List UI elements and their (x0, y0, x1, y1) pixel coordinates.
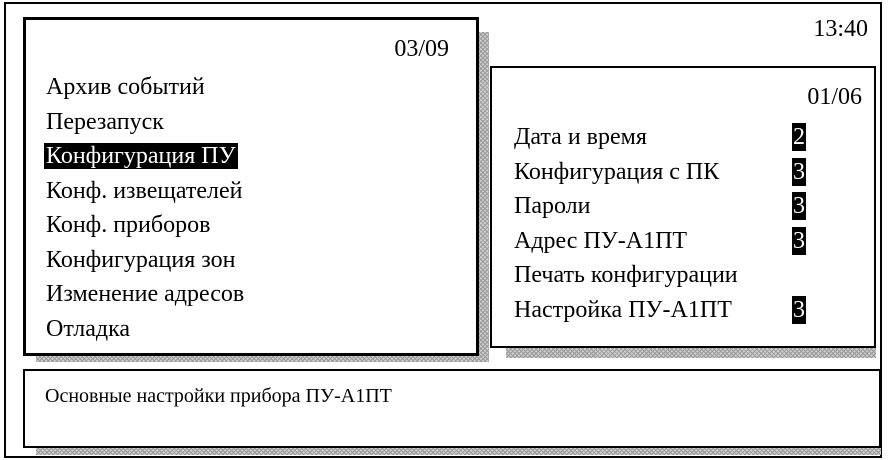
submenu-item-label: Конфигурация с ПК (514, 158, 720, 185)
submenu-item-print-config[interactable]: Печать конфигурации (514, 258, 844, 293)
device-screen: 13:40 03/09 Архив событий Перезапуск Кон… (4, 2, 882, 458)
menu-item-event-archive[interactable]: Архив событий (46, 70, 244, 105)
submenu-item-label: Пароли (514, 193, 591, 219)
submenu-item-label: Настройка ПУ-А1ПТ (514, 296, 732, 323)
menu-item-zone-config[interactable]: Конфигурация зон (46, 243, 244, 278)
submenu-item-label: Адрес ПУ-А1ПТ (514, 227, 688, 254)
submenu-shadow (506, 348, 876, 358)
main-menu-list: Архив событий Перезапуск Конфигурация ПУ… (44, 70, 244, 347)
menu-item-address-change[interactable]: Изменение адресов (46, 277, 244, 312)
submenu-item-label: Печать конфигурации (514, 262, 738, 288)
access-level-badge: 3 (792, 226, 806, 255)
main-menu-page-indicator: 03/09 (394, 36, 449, 62)
submenu-item-label: Дата и время (514, 124, 647, 150)
submenu-item-pc-config[interactable]: Конфигурация с ПК 3 (514, 155, 844, 190)
status-text: Основные настройки прибора ПУ-А1ПТ (45, 385, 392, 407)
menu-item-label: Конфигурация зон (46, 246, 236, 273)
submenu-list: Дата и время 2 Конфигурация с ПК 3 Парол… (514, 120, 844, 327)
clock: 13:40 (813, 16, 868, 42)
access-level-badge: 3 (792, 157, 806, 186)
access-level-badge: 3 (792, 192, 806, 220)
status-shadow (36, 447, 881, 455)
menu-item-label: Отладка (46, 315, 131, 342)
menu-item-pu-configuration[interactable]: Конфигурация ПУ (44, 139, 244, 174)
menu-item-label-selected: Конфигурация ПУ (44, 143, 238, 169)
menu-item-label: Архив событий (46, 74, 205, 100)
access-level-badge: 2 (792, 123, 806, 151)
submenu-item-address[interactable]: Адрес ПУ-А1ПТ 3 (514, 224, 844, 259)
submenu-item-settings[interactable]: Настройка ПУ-А1ПТ 3 (514, 293, 844, 328)
menu-item-label: Конф. извещателей (46, 177, 243, 204)
menu-item-label: Перезапуск (46, 108, 164, 135)
access-level-badge: 3 (792, 295, 806, 324)
submenu-item-date-time[interactable]: Дата и время 2 (514, 120, 844, 155)
main-menu: 03/09 Архив событий Перезапуск Конфигура… (23, 17, 479, 356)
menu-item-device-config[interactable]: Конф. приборов (46, 208, 244, 243)
submenu: 01/06 Дата и время 2 Конфигурация с ПК 3… (490, 66, 876, 348)
menu-item-detector-config[interactable]: Конф. извещателей (46, 174, 244, 209)
status-bar: Основные настройки прибора ПУ-А1ПТ (23, 369, 881, 448)
menu-item-debug[interactable]: Отладка (46, 312, 244, 347)
menu-item-restart[interactable]: Перезапуск (46, 105, 244, 140)
menu-item-label: Конф. приборов (46, 212, 211, 238)
menu-item-label: Изменение адресов (46, 281, 245, 307)
submenu-item-passwords[interactable]: Пароли 3 (514, 189, 844, 224)
submenu-page-indicator: 01/06 (807, 84, 862, 110)
